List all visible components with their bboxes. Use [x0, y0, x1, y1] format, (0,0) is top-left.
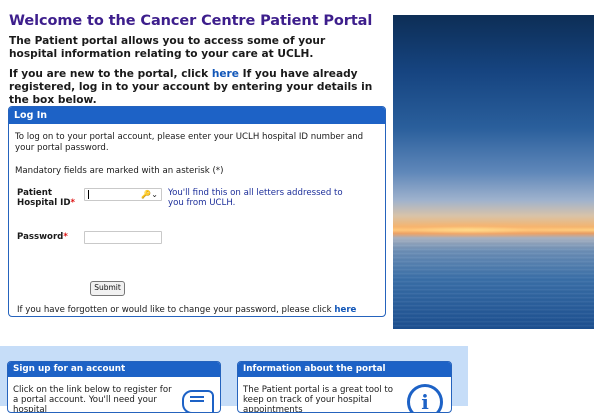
- submit-button[interactable]: Submit: [90, 281, 125, 296]
- forgot-password-link[interactable]: here: [334, 305, 356, 315]
- forgot-password-prefix: If you have forgotten or would like to c…: [17, 305, 335, 315]
- signup-card-header: Sign up for an account: [8, 362, 220, 377]
- password-input[interactable]: [84, 231, 162, 244]
- signup-card-text: Click on the link below to register for …: [13, 385, 172, 413]
- info-card-text: The Patient portal is a great tool to ke…: [243, 385, 394, 413]
- mandatory-note: Mandatory fields are marked with an aste…: [15, 166, 224, 176]
- login-instructions: To log on to your portal account, please…: [15, 132, 364, 153]
- login-panel: Log In To log on to your portal account,…: [8, 106, 386, 317]
- password-label: Password*: [17, 232, 68, 242]
- hospital-id-hint: You'll find this on all letters addresse…: [168, 188, 343, 208]
- required-asterisk: *: [63, 232, 68, 242]
- info-card-header: Information about the portal: [238, 362, 451, 377]
- sun-glow: [393, 222, 594, 238]
- new-user-prefix: If you are new to the portal, click: [9, 68, 212, 80]
- login-panel-header: Log In: [9, 107, 385, 124]
- forgot-password-text: If you have forgotten or would like to c…: [17, 305, 356, 315]
- intro-text: The Patient portal allows you to access …: [9, 35, 326, 60]
- new-user-text: If you are new to the portal, click here…: [9, 68, 379, 107]
- hospital-id-label-text: Patient Hospital ID: [17, 188, 71, 208]
- key-dropdown-icon[interactable]: 🔑⌄: [141, 189, 158, 200]
- hospital-id-input[interactable]: 🔑⌄: [84, 188, 162, 201]
- text-cursor: [88, 190, 89, 199]
- sunset-sea-image: [393, 15, 594, 329]
- page-title: Welcome to the Cancer Centre Patient Por…: [9, 13, 373, 29]
- water-ripples: [393, 241, 594, 329]
- info-card: Information about the portal The Patient…: [237, 361, 452, 413]
- password-label-text: Password: [17, 232, 64, 242]
- signup-card: Sign up for an account Click on the link…: [7, 361, 221, 413]
- handshake-icon: [182, 390, 214, 412]
- required-asterisk: *: [70, 198, 75, 208]
- register-here-link[interactable]: here: [212, 68, 239, 80]
- info-icon: i: [407, 384, 443, 412]
- hospital-id-label: Patient Hospital ID*: [17, 188, 77, 208]
